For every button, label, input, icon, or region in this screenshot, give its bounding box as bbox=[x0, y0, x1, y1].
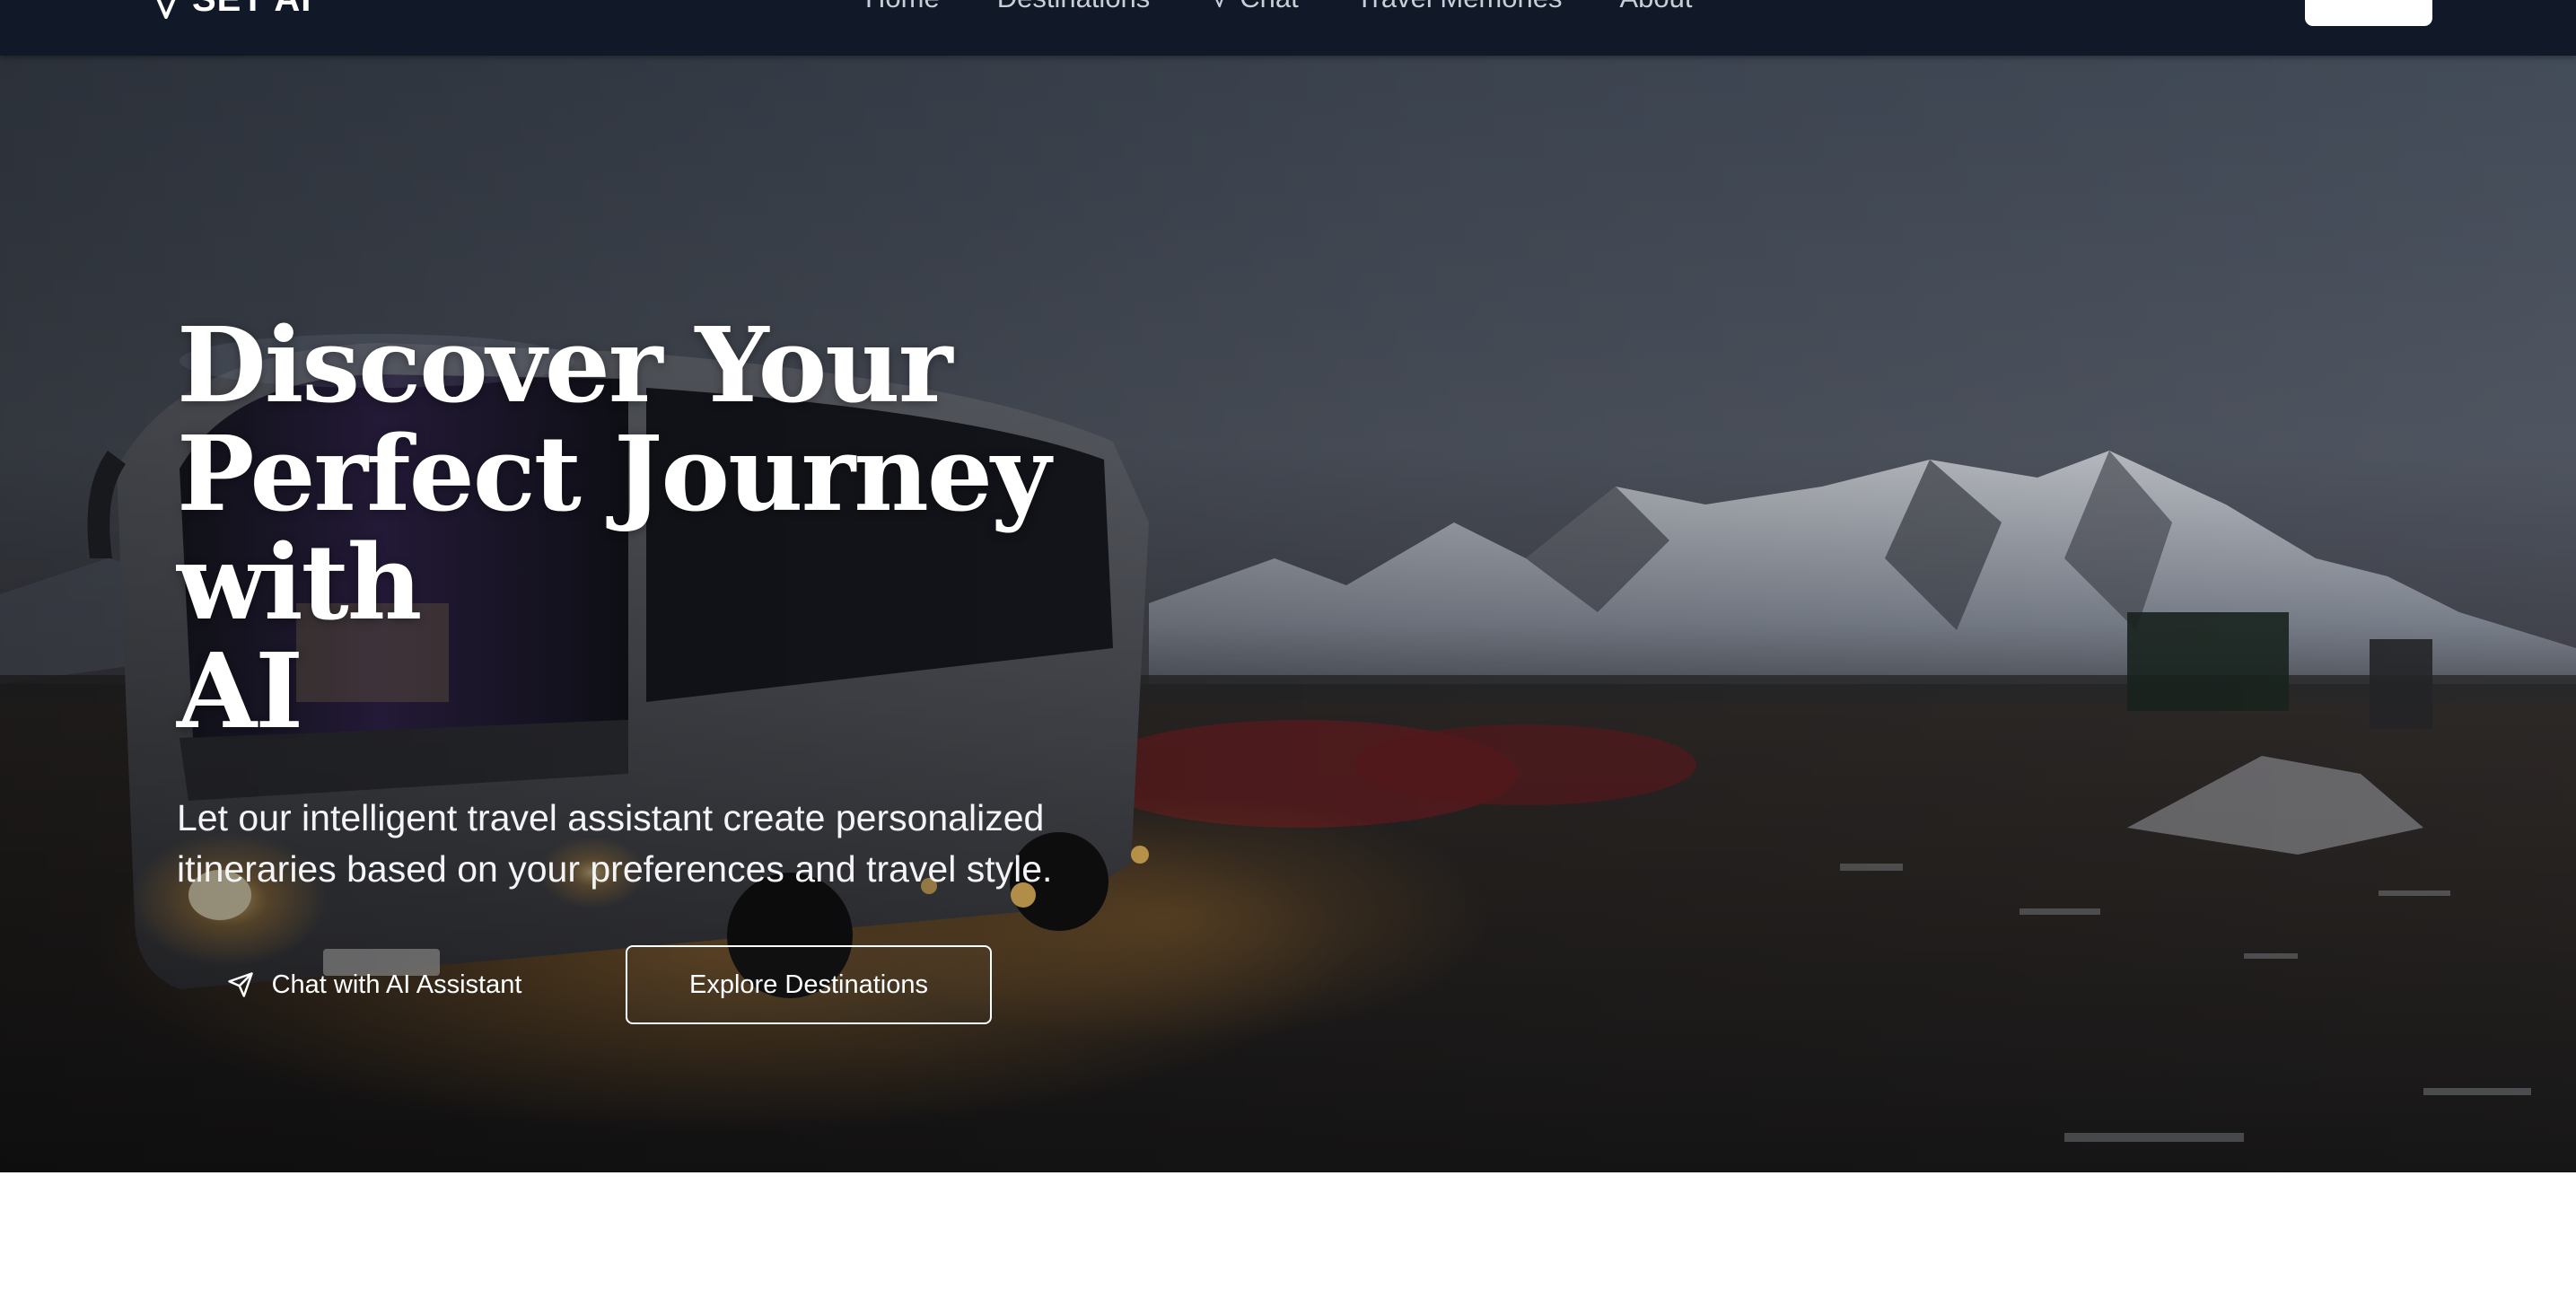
button-label: Chat with AI Assistant bbox=[271, 969, 522, 999]
nav-cta-button[interactable] bbox=[2305, 0, 2432, 26]
send-icon bbox=[227, 972, 253, 997]
hero-section: Discover Your Perfect Journey with AI Le… bbox=[0, 56, 2576, 1172]
chat-with-ai-button[interactable]: Chat with AI Assistant bbox=[177, 945, 572, 1024]
top-navbar: SET AI Home Destinations Chat Travel Mem… bbox=[0, 0, 2576, 56]
brand-name: SET AI bbox=[192, 0, 311, 20]
nav-link-travel-memories[interactable]: Travel Memories bbox=[1356, 0, 1563, 14]
hero-title-line: AI bbox=[177, 631, 303, 752]
nav-link-label: About bbox=[1619, 0, 1692, 14]
explore-destinations-button[interactable]: Explore Destinations bbox=[626, 945, 992, 1024]
nav-link-label: Home bbox=[865, 0, 940, 14]
hero-title-line: Perfect Journey with bbox=[177, 414, 1051, 644]
hero-subtitle-line: itineraries based on your preferences an… bbox=[177, 848, 1053, 890]
nav-link-label: Chat bbox=[1240, 0, 1298, 14]
nav-link-home[interactable]: Home bbox=[865, 0, 940, 14]
hero-actions: Chat with AI Assistant Explore Destinati… bbox=[177, 945, 1272, 1024]
send-icon bbox=[1215, 0, 1223, 8]
hero-content: Discover Your Perfect Journey with AI Le… bbox=[177, 311, 1272, 1024]
button-label: Explore Destinations bbox=[689, 969, 928, 999]
nav-link-label: Destinations bbox=[997, 0, 1151, 14]
brand-logo[interactable]: SET AI bbox=[153, 0, 311, 20]
hero-subtitle-line: Let our intelligent travel assistant cre… bbox=[177, 797, 1045, 838]
hero-title: Discover Your Perfect Journey with AI bbox=[177, 311, 1272, 746]
nav-link-chat[interactable]: Chat bbox=[1207, 0, 1299, 14]
hero-title-line: Discover Your bbox=[177, 305, 952, 426]
hero-subtitle: Let our intelligent travel assistant cre… bbox=[177, 793, 1182, 895]
map-pin-icon bbox=[156, 0, 176, 19]
nav-link-destinations[interactable]: Destinations bbox=[997, 0, 1151, 14]
nav-link-label: Travel Memories bbox=[1356, 0, 1563, 14]
main-nav: Home Destinations Chat Travel Memories A… bbox=[865, 0, 1692, 16]
nav-link-about[interactable]: About bbox=[1619, 0, 1692, 14]
